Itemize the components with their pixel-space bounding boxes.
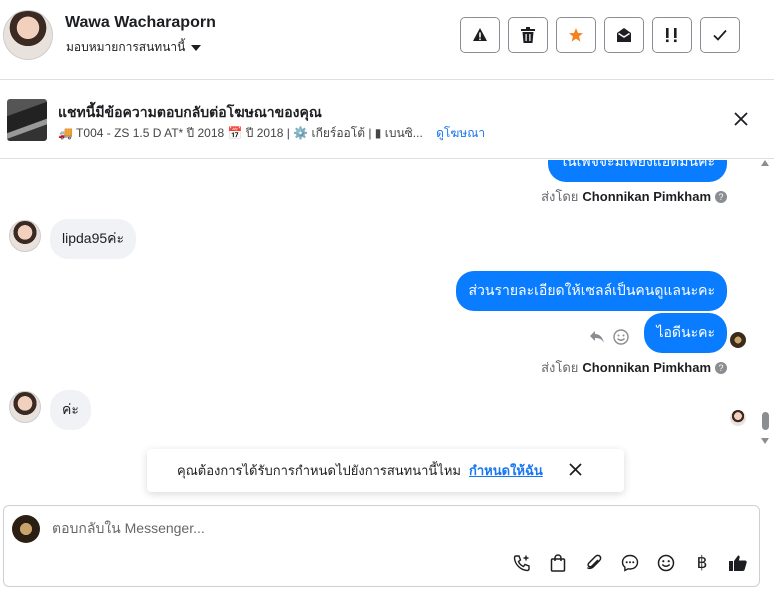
sender-name: Chonnikan Pimkham — [582, 360, 711, 375]
follow-up-button[interactable] — [652, 17, 692, 53]
scroll-down-arrow[interactable] — [761, 438, 769, 444]
read-receipt-avatar — [730, 332, 746, 348]
contact-name[interactable]: Wawa Wacharaporn — [65, 14, 216, 32]
contact-avatar-small[interactable] — [9, 220, 41, 252]
reply-composer: ฿ — [3, 505, 760, 587]
scroll-up-arrow[interactable] — [761, 160, 769, 166]
incoming-message[interactable]: lipda95ค่ะ — [50, 219, 137, 259]
assign-prompt-text: คุณต้องการได้รับการกำหนดไปยังการสนทนานี้… — [177, 463, 461, 478]
sent-by-label: ส่งโดย Chonnikan Pimkham ? — [541, 186, 727, 207]
priority-icon — [666, 28, 677, 43]
paperclip-icon[interactable] — [583, 552, 605, 574]
star-button[interactable] — [556, 17, 596, 53]
contact-avatar[interactable] — [3, 10, 53, 60]
ad-details: 🚚 T004 - ZS 1.5 D AT* ปี 2018 📅 ปี 2018 … — [58, 126, 423, 140]
reply-input[interactable] — [52, 520, 652, 536]
seen-avatar — [730, 410, 746, 426]
assign-to-me-link[interactable]: กำหนดให้ฉัน — [469, 460, 543, 481]
delete-button[interactable] — [508, 17, 548, 53]
sent-by-label: ส่งโดย Chonnikan Pimkham ? — [541, 357, 727, 378]
conversation-header: Wawa Wacharaporn มอบหมายการสนทนานี้ — [0, 0, 774, 80]
report-spam-button[interactable] — [460, 17, 500, 53]
mark-done-button[interactable] — [700, 17, 740, 53]
close-icon[interactable] — [734, 109, 748, 132]
warning-icon — [473, 28, 487, 41]
assign-prompt-toast: คุณต้องการได้รับการกำหนดไปยังการสนทนานี้… — [147, 449, 624, 492]
contact-avatar-small[interactable] — [9, 391, 41, 423]
baht-icon[interactable]: ฿ — [691, 552, 713, 574]
assign-dropdown[interactable]: มอบหมายการสนทนานี้ — [66, 38, 202, 57]
call-add-icon[interactable] — [511, 552, 533, 574]
ad-banner-meta: 🚚 T004 - ZS 1.5 D AT* ปี 2018 📅 ปี 2018 … — [58, 124, 485, 143]
chat-bubble-icon[interactable] — [619, 552, 641, 574]
scroll-thumb[interactable] — [762, 412, 769, 430]
help-icon[interactable]: ? — [715, 190, 727, 203]
composer-toolbar: ฿ — [511, 552, 749, 574]
assign-label: มอบหมายการสนทนานี้ — [66, 40, 186, 54]
reply-icon[interactable] — [589, 330, 605, 349]
sender-name: Chonnikan Pimkham — [582, 189, 711, 204]
scrollbar[interactable] — [760, 160, 770, 445]
chevron-down-icon — [191, 44, 202, 51]
sent-by-prefix: ส่งโดย — [541, 360, 579, 375]
mail-open-icon — [617, 28, 631, 42]
page-avatar — [12, 515, 40, 543]
smile-icon[interactable] — [655, 552, 677, 574]
ad-reply-banner: แชทนี้มีข้อความตอบกลับต่อโฆษณาของคุณ 🚚 T… — [0, 81, 774, 159]
outgoing-message[interactable]: ไอดีนะคะ — [644, 313, 727, 353]
close-icon[interactable] — [569, 460, 582, 481]
ad-thumbnail[interactable] — [7, 99, 47, 141]
trash-icon — [521, 27, 535, 43]
view-ad-link[interactable]: ดูโฆษณา — [436, 126, 485, 140]
check-icon — [713, 29, 727, 41]
sent-by-prefix: ส่งโดย — [541, 189, 579, 204]
help-icon[interactable]: ? — [715, 361, 727, 374]
incoming-message[interactable]: ค่ะ — [50, 390, 91, 430]
emoji-icon[interactable] — [613, 329, 629, 350]
outgoing-message[interactable]: ส่วนรายละเอียดให้เซลล์เป็นคนดูแลนะคะ — [456, 271, 727, 311]
mark-unread-button[interactable] — [604, 17, 644, 53]
ad-banner-title: แชทนี้มีข้อความตอบกลับต่อโฆษณาของคุณ — [58, 104, 322, 120]
outgoing-message[interactable]: ในเพจจะมีเพียงแอดมินค่ะ — [548, 160, 727, 182]
thumbs-up-icon[interactable] — [727, 552, 749, 574]
star-icon — [569, 28, 583, 42]
bag-icon[interactable] — [547, 552, 569, 574]
